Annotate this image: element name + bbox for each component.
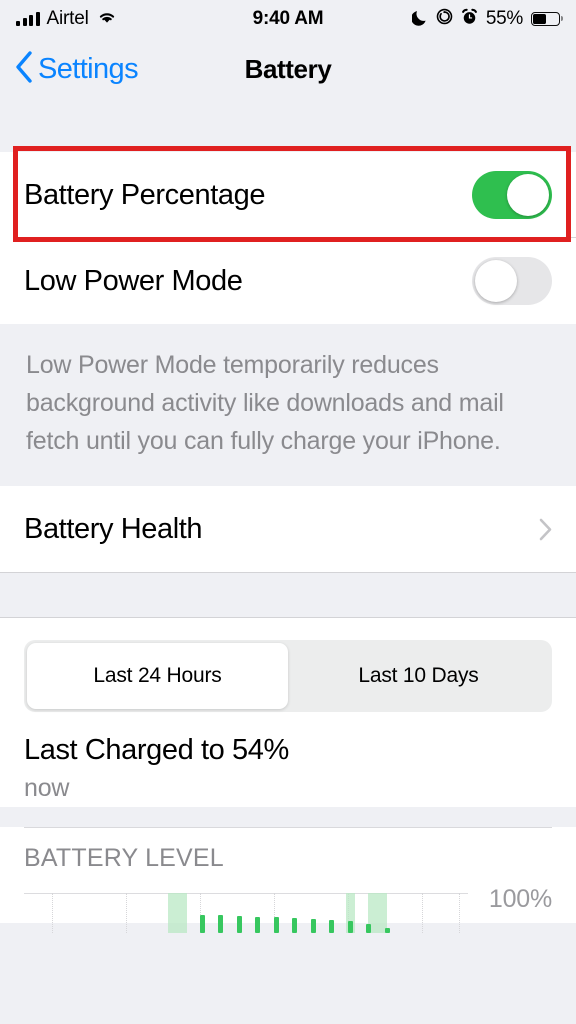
chevron-right-icon <box>539 518 552 541</box>
iphone-screen: Airtel 9:40 AM 55% Settings Battery Batt… <box>0 0 576 1024</box>
chart-bar <box>255 916 261 933</box>
back-button-label: Settings <box>38 52 139 85</box>
battery-level-plot <box>24 887 468 933</box>
rotation-lock-icon <box>436 8 453 30</box>
chart-bar <box>310 918 316 933</box>
battery-level-header: BATTERY LEVEL <box>24 844 224 872</box>
chart-bar <box>329 919 335 933</box>
usage-segmented-control[interactable]: Last 24 Hours Last 10 Days <box>24 640 552 712</box>
chart-bar <box>199 914 205 933</box>
low-power-mode-row[interactable]: Low Power Mode <box>0 238 576 324</box>
last-charged-block: Last Charged to 54% now <box>0 712 576 807</box>
battery-icon <box>531 12 564 26</box>
toggle-knob <box>475 260 517 302</box>
status-battery-percent: 55% <box>485 8 523 29</box>
chart-tick <box>51 893 53 933</box>
alarm-icon <box>461 8 478 31</box>
section-gap-top <box>0 100 576 152</box>
usage-segmented-wrap: Last 24 Hours Last 10 Days <box>0 618 576 712</box>
chevron-left-icon <box>14 50 34 89</box>
battery-percentage-label: Battery Percentage <box>24 178 266 211</box>
toggle-knob <box>507 174 549 216</box>
section-gap-middle <box>0 572 576 618</box>
low-power-mode-label: Low Power Mode <box>24 264 243 297</box>
battery-level-section: BATTERY LEVEL 100% <box>0 828 576 933</box>
low-power-mode-description: Low Power Mode temporarily reduces backg… <box>0 324 576 486</box>
settings-group-health: Battery Health <box>0 486 576 572</box>
status-bar-right: 55% <box>411 8 564 31</box>
chart-bar <box>292 918 298 933</box>
battery-health-label: Battery Health <box>24 512 203 545</box>
last-charged-title: Last Charged to 54% <box>24 734 289 766</box>
chart-gridline-100 <box>24 893 468 894</box>
chart-bar <box>347 920 353 933</box>
chart-bar <box>236 916 242 933</box>
chart-charging-band <box>168 893 187 933</box>
moon-icon <box>411 8 428 31</box>
battery-percentage-row[interactable]: Battery Percentage <box>0 152 576 238</box>
segment-last-10-days[interactable]: Last 10 Days <box>288 643 549 709</box>
status-bar: Airtel 9:40 AM 55% <box>0 0 576 38</box>
last-charged-subtitle: now <box>24 774 70 802</box>
chart-bar <box>218 915 224 933</box>
chart-tick <box>125 893 127 933</box>
chart-bar <box>384 927 390 933</box>
chart-axis-max-label: 100% <box>488 885 552 913</box>
settings-group-power: Battery Percentage Low Power Mode <box>0 152 576 324</box>
navigation-bar: Settings Battery <box>0 38 576 100</box>
battery-level-chart[interactable]: 100% <box>24 885 552 933</box>
chart-bar <box>273 917 279 933</box>
battery-percentage-toggle[interactable] <box>472 171 552 219</box>
battery-health-row[interactable]: Battery Health <box>0 486 576 572</box>
chart-bar <box>366 924 372 933</box>
low-power-mode-toggle[interactable] <box>472 257 552 305</box>
segment-last-24-hours[interactable]: Last 24 Hours <box>27 643 288 709</box>
chart-tick <box>458 893 460 933</box>
chart-tick <box>421 893 423 933</box>
back-button[interactable]: Settings <box>14 50 139 89</box>
